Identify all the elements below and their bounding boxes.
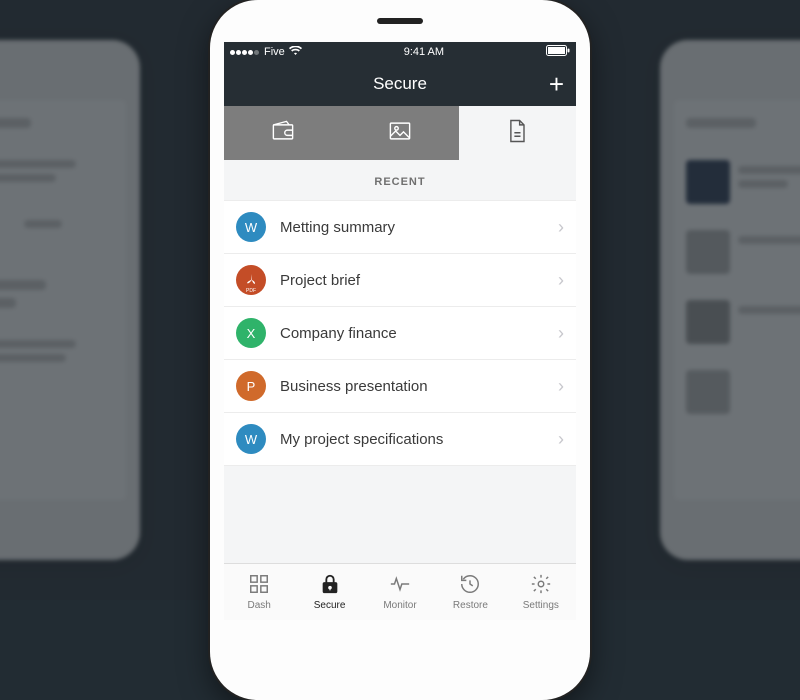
- list-item-label: Company finance: [280, 325, 558, 342]
- list-item[interactable]: P Business presentation›: [224, 360, 576, 413]
- wallet-icon: [269, 117, 297, 150]
- document-icon: [503, 117, 531, 150]
- nav-bar: Secure +: [224, 62, 576, 106]
- tab-documents[interactable]: [459, 106, 576, 160]
- tab-wallet[interactable]: [224, 106, 341, 160]
- chevron-right-icon: ›: [558, 270, 564, 291]
- list-item-label: Project brief: [280, 272, 558, 289]
- device-speaker: [377, 18, 423, 24]
- tabbar-label: Monitor: [383, 600, 416, 611]
- clock-label: 9:41 AM: [404, 46, 444, 58]
- pdf-badge-icon: PDF: [236, 265, 266, 295]
- chevron-right-icon: ›: [558, 376, 564, 397]
- device-frame: Five 9:41 AM Secure +: [210, 0, 590, 700]
- tabbar-label: Settings: [523, 600, 559, 611]
- list-item-label: My project specifications: [280, 431, 558, 448]
- plus-icon: +: [549, 69, 564, 100]
- tabbar-settings[interactable]: Settings: [506, 564, 576, 620]
- lock-icon: [319, 573, 341, 598]
- wifi-icon: [289, 46, 302, 59]
- tab-bar: Dash Secure Monitor Restore: [224, 563, 576, 620]
- tabbar-label: Secure: [314, 600, 346, 611]
- carrier-label: Five: [264, 46, 285, 58]
- ppt-badge-icon: P: [236, 371, 266, 401]
- content-scroll[interactable]: RECENT WMetting summary›PDFProject brief…: [224, 160, 576, 563]
- status-bar: Five 9:41 AM: [224, 42, 576, 62]
- tabbar-monitor[interactable]: Monitor: [365, 564, 435, 620]
- list-item[interactable]: PDF Project brief›: [224, 254, 576, 307]
- chevron-right-icon: ›: [558, 323, 564, 344]
- list-item[interactable]: X Company finance›: [224, 307, 576, 360]
- restore-icon: [459, 573, 481, 598]
- list-item[interactable]: W Metting summary›: [224, 200, 576, 254]
- chevron-right-icon: ›: [558, 429, 564, 450]
- tabbar-secure[interactable]: Secure: [294, 564, 364, 620]
- grid-icon: [248, 573, 270, 598]
- list-item[interactable]: W My project specifications›: [224, 413, 576, 466]
- photo-icon: [386, 117, 414, 150]
- battery-icon: [546, 45, 570, 59]
- page-title: Secure: [373, 74, 427, 94]
- word-badge-icon: W: [236, 424, 266, 454]
- chevron-right-icon: ›: [558, 217, 564, 238]
- section-header: RECENT: [224, 160, 576, 200]
- pulse-icon: [389, 573, 411, 598]
- list-item-label: Metting summary: [280, 219, 558, 236]
- tabbar-dash[interactable]: Dash: [224, 564, 294, 620]
- tabbar-label: Dash: [248, 600, 271, 611]
- gear-icon: [530, 573, 552, 598]
- tab-photos[interactable]: [341, 106, 458, 160]
- tabbar-label: Restore: [453, 600, 488, 611]
- list-item-label: Business presentation: [280, 378, 558, 395]
- category-tabs: [224, 106, 576, 160]
- excel-badge-icon: X: [236, 318, 266, 348]
- tabbar-restore[interactable]: Restore: [435, 564, 505, 620]
- add-button[interactable]: +: [549, 62, 564, 106]
- signal-dots-icon: [230, 46, 260, 58]
- word-badge-icon: W: [236, 212, 266, 242]
